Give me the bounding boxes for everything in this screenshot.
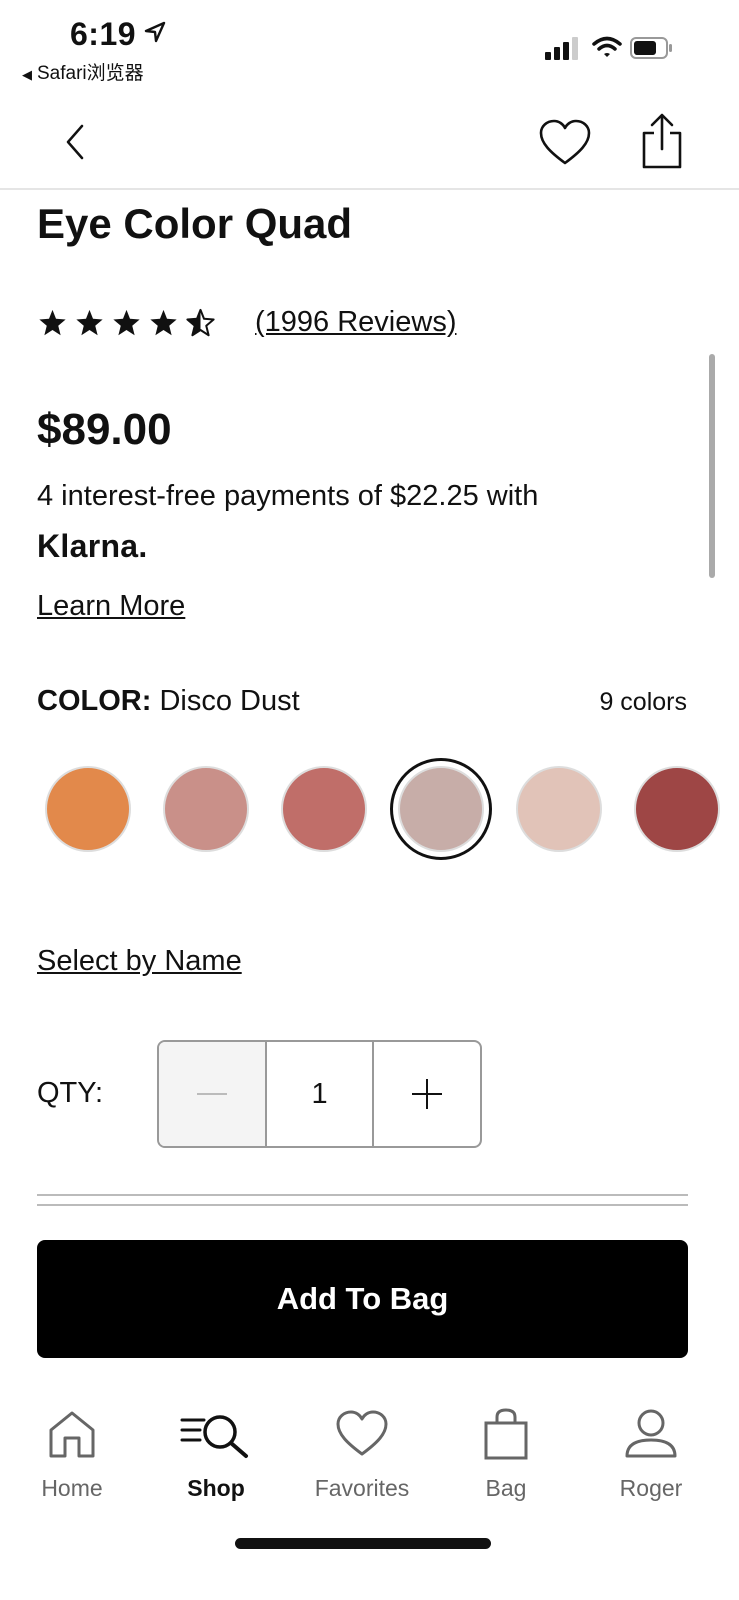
bag-icon (483, 1405, 529, 1463)
increase-qty-button[interactable] (372, 1042, 480, 1146)
color-row: COLOR: Disco Dust 9 colors (37, 685, 687, 718)
add-to-bag-button[interactable]: Add To Bag (37, 1240, 688, 1358)
wifi-icon (592, 36, 622, 57)
color-swatch[interactable] (634, 766, 720, 852)
color-swatch[interactable] (281, 766, 367, 852)
status-time: 6:19 (70, 16, 137, 52)
tab-bag[interactable]: Bag (451, 1405, 561, 1502)
user-icon (623, 1405, 679, 1463)
product-title: Eye Color Quad (37, 200, 353, 247)
color-count: 9 colors (599, 688, 687, 716)
installments-text: 4 interest-free payments of $22.25 with (37, 480, 539, 512)
tab-bar: Home Shop Favorites Bag Roger (0, 1405, 739, 1515)
tab-label: Favorites (314, 1475, 410, 1501)
decrease-qty-button[interactable] (159, 1042, 265, 1146)
star-half-icon (186, 308, 215, 337)
star-full-icon (150, 309, 177, 336)
home-icon (46, 1405, 98, 1463)
star-full-icon (113, 309, 140, 336)
back-triangle-icon: ◀ (22, 67, 32, 82)
product-price: $89.00 (37, 405, 172, 454)
qty-value[interactable]: 1 (264, 1042, 373, 1146)
status-bar: 6:19 ◀ Safari浏览器 (0, 0, 739, 90)
battery-icon (630, 37, 672, 59)
qty-label: QTY: (37, 1077, 104, 1109)
color-label: COLOR: (37, 685, 152, 717)
star-rating (37, 308, 216, 338)
favorite-button[interactable] (535, 115, 595, 171)
tab-profile[interactable]: Roger (596, 1405, 706, 1502)
tab-label: Bag (485, 1475, 527, 1501)
star-full-icon (39, 309, 66, 336)
reviews-link[interactable]: (1996 Reviews) (255, 306, 555, 339)
color-swatch[interactable] (45, 766, 131, 852)
back-button[interactable] (58, 117, 94, 167)
plus-icon (412, 1079, 443, 1109)
back-app-label: Safari浏览器 (37, 63, 144, 84)
chevron-left-icon (66, 124, 84, 160)
location-arrow-icon (144, 21, 166, 43)
nav-bar (0, 95, 739, 190)
klarna-logo: Klarna. (37, 528, 148, 564)
divider (37, 1194, 688, 1206)
heart-outline-icon (539, 119, 591, 165)
color-swatch[interactable] (516, 766, 602, 852)
back-to-app[interactable]: ◀ Safari浏览器 (22, 58, 144, 85)
tab-label: Shop (187, 1475, 245, 1501)
color-swatch[interactable] (163, 766, 249, 852)
tab-shop[interactable]: Shop (161, 1405, 271, 1502)
scrollbar[interactable] (709, 354, 715, 578)
home-indicator[interactable] (235, 1538, 491, 1549)
share-button[interactable] (635, 109, 689, 173)
search-list-icon (180, 1405, 252, 1463)
tab-favorites[interactable]: Favorites (307, 1405, 417, 1502)
cellular-signal-icon (545, 37, 578, 60)
selected-color-name: Disco Dust (159, 685, 300, 717)
tab-label: Home (41, 1475, 103, 1501)
color-swatches (0, 758, 739, 862)
tab-home[interactable]: Home (17, 1405, 127, 1502)
select-by-name-link[interactable]: Select by Name (37, 945, 242, 978)
quantity-stepper: 1 (157, 1040, 482, 1148)
heart-icon (335, 1405, 389, 1463)
share-icon (642, 113, 682, 169)
rating-row: (1996 Reviews) (37, 306, 456, 338)
color-swatch[interactable] (398, 766, 484, 852)
learn-more-link[interactable]: Learn More (37, 590, 185, 623)
minus-icon (196, 1093, 227, 1095)
star-full-icon (76, 309, 103, 336)
tab-label: Roger (619, 1475, 683, 1501)
